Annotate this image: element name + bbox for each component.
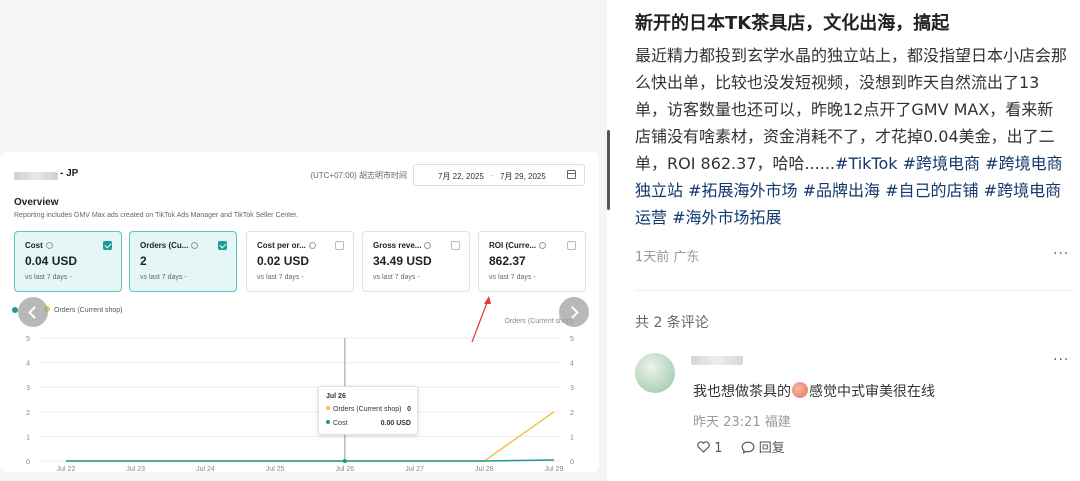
y-tick-label: 2 (26, 410, 30, 417)
hashtag-link[interactable]: #自己的店铺 (885, 181, 978, 200)
hashtag-link[interactable]: #拓展海外市场 (688, 181, 797, 200)
x-tick-label: Jul 22 (57, 466, 76, 472)
divider (635, 290, 1075, 291)
hover-point (342, 459, 347, 463)
y-tick-label: 4 (26, 361, 30, 368)
media-viewer: - JP (UTC+07:00) 胡志明市时间 7月 22, 2025 - 7月… (0, 0, 607, 481)
line-chart: 5 5 4 4 3 3 2 2 1 1 0 0 Jul 22 Jul 23 Jul 24 Jul 25 Jul … (26, 296, 574, 472)
tooltip-row-orders: Orders (Current shop) 0 (326, 406, 411, 416)
hashtag-link[interactable]: #TikTok (835, 154, 898, 173)
tooltip-row-cost: Cost 0.00 USD (326, 420, 411, 430)
heart-icon (697, 441, 710, 453)
comment-count: 共 2 条评论 (635, 315, 709, 331)
y-right-tick-label: 4 (570, 361, 574, 368)
y-right-tick-label: 2 (570, 410, 574, 417)
previous-image-button[interactable] (18, 297, 48, 327)
tooltip-label: Cost (333, 420, 348, 427)
reply-bubble-icon (741, 441, 754, 454)
comment-actions: 1 回复 (697, 437, 785, 456)
x-tick-label: Jul 24 (196, 466, 215, 472)
reply-label: 回复 (758, 441, 785, 456)
commenter-name-blurred[interactable] (691, 356, 743, 365)
tooltip-date: Jul 26 (326, 393, 346, 400)
y-tick-label: 5 (26, 336, 30, 343)
post-meta: 1天前 广东 (635, 250, 700, 265)
x-tick-label: Jul 23 (126, 466, 145, 472)
tooltip-dot-orders (326, 406, 330, 410)
x-tick-label: Jul 29 (545, 466, 564, 472)
hashtag-link[interactable]: #海外市场拓展 (672, 208, 781, 227)
x-tick-label: Jul 28 (475, 466, 494, 472)
y-right-tick-label: 1 (570, 434, 574, 441)
comment-time: 昨天 23:21 福建 (693, 415, 791, 430)
tooltip-label: Orders (Current shop) (333, 406, 402, 413)
post-title: 新开的日本TK茶具店，文化出海，搞起 (635, 13, 950, 34)
hashtag-link[interactable]: #跨境电商 (903, 154, 980, 173)
like-button[interactable]: 1 (697, 441, 727, 456)
more-options-icon[interactable]: ··· (1053, 246, 1069, 262)
post-body: 最近精力都投到玄学水晶的独立站上，都没指望日本小店会那么快出单，比较也没发短视频… (635, 42, 1067, 231)
tooltip-value: 0 (407, 406, 411, 413)
dashboard-screenshot: - JP (UTC+07:00) 胡志明市时间 7月 22, 2025 - 7月… (0, 152, 599, 472)
comment-text: 我也想做茶具的 感觉中式审美很在线 (693, 382, 935, 400)
annotation-arrow (471, 299, 489, 343)
chart-tooltip: Jul 26 Orders (Current shop) 0 Cost 0.00… (318, 386, 418, 435)
x-tick-label: Jul 27 (405, 466, 424, 472)
y-tick-label: 0 (26, 459, 30, 466)
y-right-tick-label: 0 (570, 459, 574, 466)
like-count: 1 (714, 441, 723, 456)
tooltip-dot-cost (326, 420, 330, 424)
y-tick-label: 3 (26, 385, 30, 392)
x-tick-label: Jul 25 (266, 466, 285, 472)
y-tick-label: 1 (26, 434, 30, 441)
reply-button[interactable]: 回复 (727, 441, 785, 456)
hashtag-link[interactable]: #品牌出海 (803, 181, 880, 200)
comment-more-icon[interactable]: ··· (1053, 352, 1069, 368)
next-image-button[interactable] (559, 297, 589, 327)
y-right-tick-label: 3 (570, 385, 574, 392)
peach-emoji-icon (792, 382, 808, 398)
tooltip-value: 0.00 USD (380, 420, 411, 427)
cost-series-line (66, 459, 555, 462)
annotation-arrowhead (484, 296, 491, 304)
scrollbar-thumb[interactable] (607, 130, 610, 210)
x-tick-label: Jul 26 (336, 466, 355, 472)
y-right-tick-label: 5 (570, 336, 574, 343)
avatar[interactable] (635, 353, 675, 393)
